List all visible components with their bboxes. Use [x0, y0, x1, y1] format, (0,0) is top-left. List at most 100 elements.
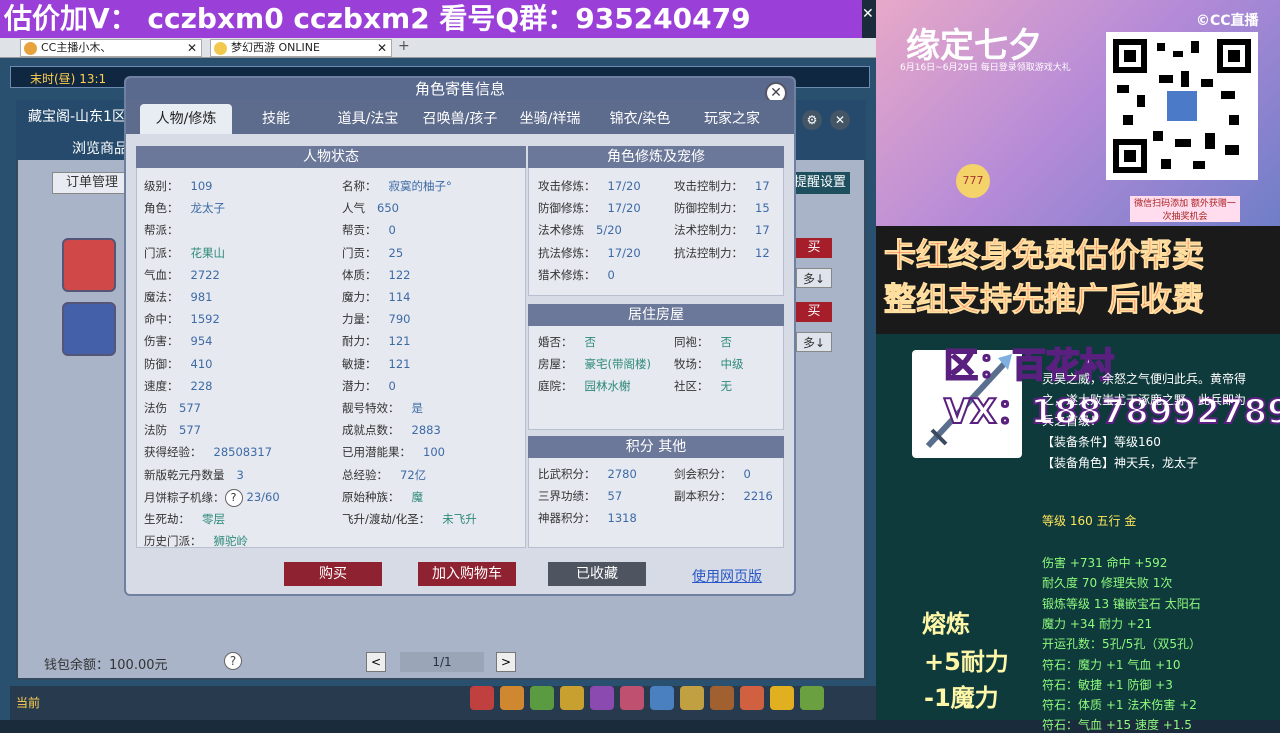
- item-line: 开运孔数：5孔/5孔（双5孔）: [1042, 637, 1201, 652]
- friend-icon[interactable]: [590, 686, 614, 710]
- cc-live-logo: ©CC直播: [1196, 13, 1259, 29]
- new-tab-icon[interactable]: +: [398, 38, 410, 54]
- browser-tab-streamer[interactable]: CC主播小木、 ✕: [20, 39, 202, 57]
- info-label: 飞升/渡劫/化圣：: [342, 512, 431, 526]
- info-row: 法防 577: [144, 422, 201, 438]
- reminder-settings-button[interactable]: 提醒设置: [790, 172, 850, 194]
- info-value: 17/20: [607, 245, 641, 260]
- side-buy-button[interactable]: 买: [796, 238, 832, 258]
- info-label: 猎术修炼：: [538, 267, 596, 282]
- info-value: 未飞升: [442, 512, 477, 526]
- info-row: 门贡： 25: [342, 245, 403, 261]
- tab-pets-children[interactable]: 召唤兽/孩子: [414, 104, 506, 134]
- team-icon[interactable]: [560, 686, 584, 710]
- info-row: 历史门派： 狮驼岭: [144, 533, 248, 549]
- info-value: 5/20: [596, 223, 622, 238]
- page-prev-button[interactable]: <: [366, 652, 386, 672]
- activity-icon[interactable]: [740, 686, 764, 710]
- info-value: 17: [755, 223, 770, 238]
- info-label: 抗法修炼：: [538, 245, 596, 260]
- channel-label[interactable]: 当前: [16, 694, 40, 711]
- info-row: 防御控制力： 15: [674, 200, 770, 216]
- info-label: 角色：: [144, 201, 179, 216]
- info-row: 攻击修炼： 17/20: [538, 178, 641, 194]
- info-value: 1592: [190, 312, 220, 327]
- info-value: 410: [190, 356, 213, 371]
- browser-tab-label: 梦幻西游 ONLINE: [231, 41, 320, 54]
- info-label: 靓号特效：: [342, 401, 400, 415]
- favorited-button[interactable]: 已收藏: [548, 562, 646, 586]
- tab-skills[interactable]: 技能: [244, 104, 308, 134]
- pet-icon[interactable]: [530, 686, 554, 710]
- order-management-button[interactable]: 订单管理: [52, 172, 132, 194]
- tab-character-cultivation[interactable]: 人物/修炼: [140, 104, 232, 134]
- shop-icon[interactable]: [710, 686, 734, 710]
- character-avatar[interactable]: [62, 238, 116, 292]
- info-label: 同袍：: [674, 335, 709, 349]
- info-row: 已用潜能果： 100: [342, 444, 445, 460]
- info-row: 月饼粽子机缘：? 23/60: [144, 488, 280, 507]
- info-label: 速度：: [144, 378, 179, 393]
- emoji-icon[interactable]: [770, 686, 794, 710]
- info-label: 帮贡：: [342, 223, 377, 238]
- game-time-value: 13:1: [79, 72, 107, 86]
- info-label: 命中：: [144, 312, 179, 327]
- promo-line-2: 整组支持先推广后收费: [883, 280, 1205, 319]
- task-icon[interactable]: [650, 686, 674, 710]
- side-buy-button[interactable]: 买: [796, 302, 832, 322]
- mail-icon[interactable]: [620, 686, 644, 710]
- info-label: 获得经验：: [144, 445, 202, 460]
- house-panel-header: 居住房屋: [528, 304, 784, 326]
- tab-outfits[interactable]: 锦衣/染色: [600, 104, 680, 134]
- window-close-icon[interactable]: ✕: [830, 110, 850, 130]
- tab-close-icon[interactable]: ✕: [187, 40, 197, 56]
- bag-icon[interactable]: [500, 686, 524, 710]
- info-row: 角色： 龙太子: [144, 200, 225, 216]
- page-next-button[interactable]: >: [496, 652, 516, 672]
- info-label: 婚否：: [538, 335, 573, 349]
- add-to-cart-button[interactable]: 加入购物车: [418, 562, 516, 586]
- info-value: 2780: [607, 467, 637, 481]
- info-value: 122: [388, 267, 411, 282]
- settings-gear-icon[interactable]: ⚙: [802, 110, 822, 130]
- tab-mounts[interactable]: 坐骑/祥瑞: [510, 104, 590, 134]
- item-line: 耐久度 70 修理失败 1次: [1042, 576, 1173, 591]
- info-row: 法伤 577: [144, 400, 201, 416]
- item-line: 锻炼等级 13 镶嵌宝石 太阳石: [1042, 596, 1201, 611]
- item-line: 灵昊之威，余怒之气便归此兵。黄帝得: [1042, 372, 1247, 386]
- info-row: 体质： 122: [342, 267, 410, 283]
- info-value: 23/60: [246, 490, 280, 505]
- wallet-help-icon[interactable]: ?: [224, 652, 242, 670]
- wallet-balance: 钱包余额：100.00元: [44, 658, 168, 673]
- tab-close-icon[interactable]: ✕: [377, 40, 387, 56]
- item-line: 等级 160 五行 金: [1042, 514, 1137, 528]
- info-label: 社区：: [674, 379, 709, 393]
- gift-icon[interactable]: [680, 686, 704, 710]
- banner-close-icon[interactable]: ✕: [862, 6, 876, 26]
- info-label: 月饼粽子机缘：: [144, 490, 225, 505]
- browse-goods-tab[interactable]: 浏览商品: [72, 138, 128, 158]
- info-label: 级别：: [144, 179, 179, 193]
- use-web-version-link[interactable]: 使用网页版: [692, 566, 762, 586]
- info-value: 0: [607, 267, 615, 282]
- info-row: 魔法： 981: [144, 289, 212, 305]
- side-more-button[interactable]: 多↓: [796, 332, 832, 352]
- item-line: 符石：体质 +1 法术伤害 +2: [1042, 698, 1197, 713]
- skill-icon[interactable]: [470, 686, 494, 710]
- buy-button[interactable]: 购买: [284, 562, 382, 586]
- info-value: 577: [179, 423, 201, 438]
- system-icon[interactable]: [800, 686, 824, 710]
- info-row: 神器积分： 1318: [538, 510, 637, 526]
- promo-line-1: 卡红终身免费估价帮卖: [883, 236, 1205, 275]
- info-row: 魔力： 114: [342, 289, 410, 305]
- info-value: 72亿: [400, 467, 427, 482]
- tab-player-home[interactable]: 玩家之家: [694, 104, 770, 134]
- tab-items-treasure[interactable]: 道具/法宝: [326, 104, 410, 134]
- info-label: 防御：: [144, 356, 179, 371]
- side-more-button[interactable]: 多↓: [796, 268, 832, 288]
- info-row: 原始种族： 魔: [342, 489, 423, 505]
- info-value: 121: [388, 356, 411, 371]
- help-icon[interactable]: ?: [224, 488, 243, 507]
- character-avatar[interactable]: [62, 302, 116, 356]
- browser-tab-game[interactable]: 梦幻西游 ONLINE ✕: [210, 39, 392, 57]
